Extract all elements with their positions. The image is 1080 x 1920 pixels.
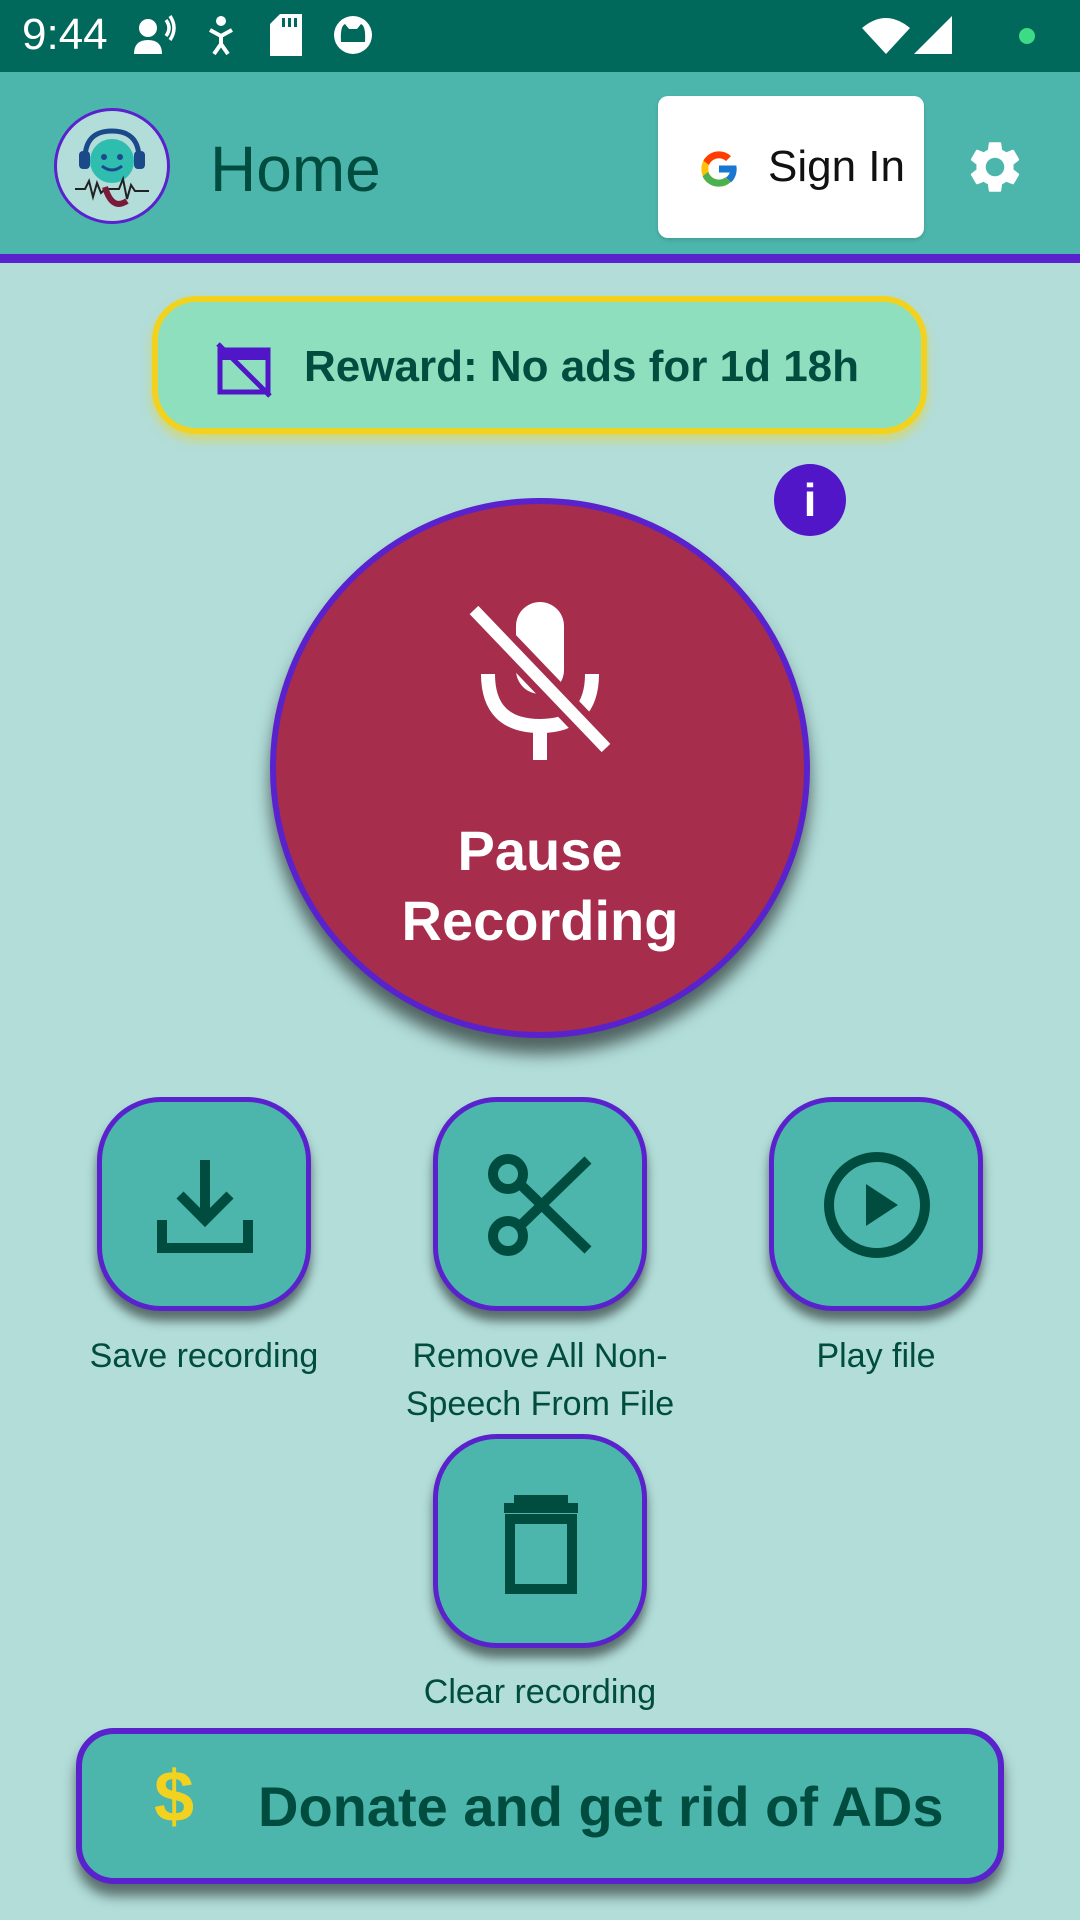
donate-button[interactable]: $ Donate and get rid of ADs — [76, 1728, 1004, 1884]
dot-icon — [1019, 28, 1035, 44]
mic-off-icon — [464, 601, 616, 760]
donate-label: Donate and get rid of ADs — [258, 1775, 944, 1838]
download-icon — [157, 1160, 253, 1253]
clear-recording-label: Clear recording — [423, 1673, 657, 1711]
assistant-icon — [134, 15, 176, 54]
reward-banner[interactable]: Reward: No ads for 1d 18h — [152, 296, 927, 434]
info-button[interactable]: i — [774, 464, 846, 536]
app-logo — [54, 108, 170, 224]
pause-recording-button[interactable]: Pause Recording — [270, 498, 810, 1038]
record-label-line2: Recording — [401, 889, 679, 952]
status-time: 9:44 — [22, 10, 108, 59]
signal-icon — [914, 16, 952, 54]
save-recording-button[interactable] — [97, 1097, 311, 1311]
save-recording-label: Save recording — [89, 1337, 319, 1375]
record-button-label: Pause Recording — [276, 816, 804, 956]
sd-card-icon — [270, 14, 302, 56]
dollar-icon: $ — [154, 1757, 195, 1837]
sign-in-button[interactable]: Sign In — [658, 96, 924, 238]
play-file-label: Play file — [816, 1337, 936, 1375]
status-bar: 9:44 — [0, 0, 1080, 72]
trash-icon — [504, 1495, 578, 1594]
settings-gear-icon[interactable] — [964, 136, 1026, 198]
accessibility-icon — [209, 16, 233, 56]
remove-non-speech-button[interactable] — [433, 1097, 647, 1311]
remove-non-speech-label: Remove All Non-Speech From File — [405, 1337, 675, 1423]
wifi-icon — [862, 18, 910, 54]
play-file-button[interactable] — [769, 1097, 983, 1311]
play-circle-icon — [824, 1152, 930, 1258]
cat-icon — [334, 16, 372, 54]
no-ads-icon — [216, 342, 272, 398]
record-label-line1: Pause — [457, 819, 623, 882]
page-title: Home — [210, 133, 381, 205]
sign-in-label: Sign In — [768, 142, 905, 191]
clear-recording-button[interactable] — [433, 1434, 647, 1648]
google-icon — [701, 151, 738, 187]
scissors-icon — [488, 1154, 592, 1256]
reward-label: Reward: No ads for 1d 18h — [304, 342, 860, 391]
app-bar-divider — [0, 254, 1080, 263]
